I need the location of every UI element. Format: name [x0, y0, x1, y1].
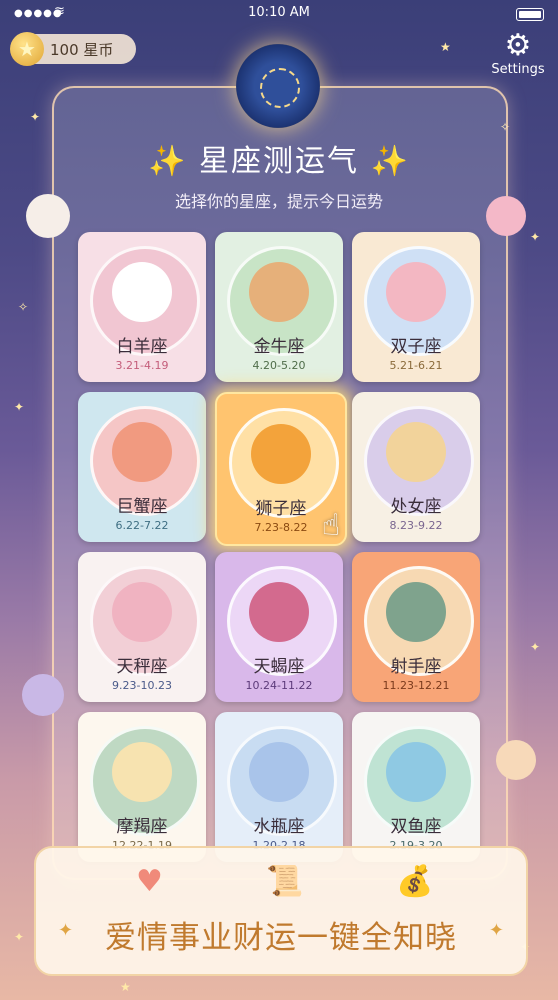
zodiac-date: 9.23-10.23	[112, 679, 172, 692]
zodiac-name: 双子座	[390, 337, 442, 357]
zodiac-name: 巨蟹座	[116, 497, 168, 517]
zodiac-date: 4.20-5.20	[252, 359, 306, 372]
angel-mascot-icon	[496, 740, 536, 780]
money-bag-icon: 💰	[396, 864, 434, 899]
banner-text: 爱情事业财运一键全知晓	[105, 920, 457, 956]
zodiac-mascot-icon	[249, 262, 309, 322]
zodiac-name: 天蝎座	[253, 657, 305, 677]
zodiac-mascot-icon	[386, 262, 446, 322]
zodiac-mascot-icon	[112, 582, 172, 642]
zodiac-name: 天秤座	[116, 657, 168, 677]
zodiac-mascot-icon	[112, 422, 172, 482]
zodiac-card[interactable]: 天秤座 9.23-10.23	[78, 552, 206, 702]
zodiac-name: 处女座	[390, 497, 442, 517]
zodiac-name: 水瓶座	[253, 817, 305, 837]
zodiac-date: 6.22-7.22	[115, 519, 169, 532]
star-coin-icon: ★	[10, 32, 44, 66]
gear-icon: ⚙	[504, 28, 532, 63]
zodiac-name: 金牛座	[253, 337, 305, 357]
zodiac-name: 白羊座	[116, 337, 168, 357]
zodiac-date: 10.24-11.22	[245, 679, 313, 692]
zodiac-name: 摩羯座	[116, 817, 168, 837]
zodiac-mascot-icon	[112, 742, 172, 802]
zodiac-card[interactable]: 巨蟹座 6.22-7.22	[78, 392, 206, 542]
page-title: ✨ 星座测运气 ✨	[148, 144, 410, 179]
zodiac-mascot-icon	[386, 582, 446, 642]
battery-icon	[516, 8, 544, 21]
sparkle-icon: ✨	[370, 144, 410, 179]
zodiac-mascot-icon	[249, 582, 309, 642]
zodiac-mascot-icon	[112, 262, 172, 322]
zodiac-mascot-icon	[386, 422, 446, 482]
zodiac-name: 双鱼座	[390, 817, 442, 837]
coin-balance-label: 100 星币	[50, 40, 114, 59]
zodiac-mascot-icon	[386, 742, 446, 802]
zodiac-date: 8.23-9.22	[389, 519, 443, 532]
zodiac-date: 11.23-12.21	[382, 679, 450, 692]
settings-button[interactable]: ⚙ Settings	[488, 28, 548, 78]
status-bar: ●●●●● ≋ 10:10 AM	[0, 0, 558, 26]
dragon-mascot-icon	[486, 196, 526, 236]
zodiac-card[interactable]: 摩羯座12.22-1.19	[78, 712, 206, 862]
zodiac-card[interactable]: 水瓶座1.20-2.18	[215, 712, 343, 862]
zodiac-mascot-icon	[249, 742, 309, 802]
zodiac-card[interactable]: 双鱼座2.19-3.20	[352, 712, 480, 862]
heart-icon: ♥	[136, 864, 163, 899]
zodiac-card[interactable]: 射手座 11.23-12.21	[352, 552, 480, 702]
coin-balance[interactable]: ★ 100 星币	[10, 32, 136, 66]
sparkle-icon: ✨	[148, 144, 188, 179]
zodiac-mascot-icon	[251, 424, 311, 484]
zodiac-card[interactable]: 双子座 5.21-6.21	[352, 232, 480, 382]
zodiac-card[interactable]: 白羊座 3.21-4.19	[78, 232, 206, 382]
zodiac-wheel-icon	[236, 44, 320, 128]
page-subtitle: 选择你的星座，提示今日运势	[174, 192, 383, 211]
zodiac-name: 射手座	[390, 657, 442, 677]
zodiac-card[interactable]: 天蝎座 10.24-11.22	[215, 552, 343, 702]
zodiac-date: 3.21-4.19	[115, 359, 169, 372]
status-time: 10:10 AM	[248, 5, 310, 20]
zodiac-card[interactable]: 金牛座 4.20-5.20	[215, 232, 343, 382]
scroll-icon: 📜	[266, 864, 304, 899]
feature-banner[interactable]: ♥ 📜 💰 ✦ ✦ 爱情事业财运一键全知晓	[34, 846, 528, 976]
zodiac-date: 5.21-6.21	[389, 359, 443, 372]
settings-label: Settings	[491, 62, 545, 77]
kid-mascot-icon	[22, 674, 64, 716]
tap-pointer-icon: ☝	[322, 508, 341, 543]
ram-mascot-icon	[26, 194, 70, 238]
zodiac-card[interactable]: 处女座 8.23-9.22	[352, 392, 480, 542]
